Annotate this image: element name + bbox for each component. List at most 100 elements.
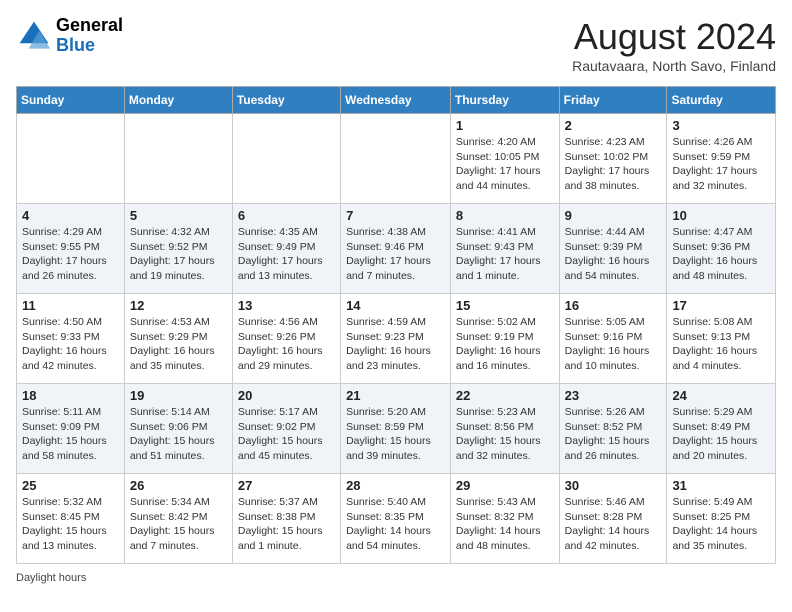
header: General Blue August 2024 Rautavaara, Nor… bbox=[16, 16, 776, 74]
calendar-cell: 19Sunrise: 5:14 AM Sunset: 9:06 PM Dayli… bbox=[124, 384, 232, 474]
col-header-tuesday: Tuesday bbox=[232, 87, 340, 114]
day-info: Sunrise: 4:29 AM Sunset: 9:55 PM Dayligh… bbox=[22, 225, 119, 284]
calendar-cell: 5Sunrise: 4:32 AM Sunset: 9:52 PM Daylig… bbox=[124, 204, 232, 294]
day-number: 27 bbox=[238, 478, 335, 493]
calendar-cell: 20 Sunrise: 5:17 AM Sunset: 9:02 PM Dayli… bbox=[232, 384, 340, 474]
calendar-cell: 13 Sunrise: 4:56 AM Sunset: 9:26 PM Dayli… bbox=[232, 294, 340, 384]
day-number: 16 bbox=[565, 298, 662, 313]
day-number: 2 bbox=[565, 118, 662, 133]
calendar-cell bbox=[232, 114, 340, 204]
col-header-saturday: Saturday bbox=[667, 87, 776, 114]
logo-blue: Blue bbox=[56, 36, 123, 56]
day-number: 8 bbox=[456, 208, 554, 223]
day-info: Sunrise: 5:11 AM Sunset: 9:09 PM Dayligh… bbox=[22, 405, 119, 464]
logo-general: General bbox=[56, 16, 123, 36]
logo-icon bbox=[16, 18, 52, 54]
day-number: 1 bbox=[456, 118, 554, 133]
day-number: 22 bbox=[456, 388, 554, 403]
day-info: Sunrise: 4:38 AM Sunset: 9:46 PM Dayligh… bbox=[346, 225, 445, 284]
day-number: 19 bbox=[130, 388, 227, 403]
day-number: 12 bbox=[130, 298, 227, 313]
calendar-cell: 18 Sunrise: 5:11 AM Sunset: 9:09 PM Dayli… bbox=[17, 384, 125, 474]
day-number: 26 bbox=[130, 478, 227, 493]
day-number: 4 bbox=[22, 208, 119, 223]
day-number: 29 bbox=[456, 478, 554, 493]
day-number: 9 bbox=[565, 208, 662, 223]
day-info: Sunrise: 4:50 AM Sunset: 9:33 PM Dayligh… bbox=[22, 315, 119, 374]
calendar-cell: 11 Sunrise: 4:50 AM Sunset: 9:33 PM Dayli… bbox=[17, 294, 125, 384]
calendar-cell: 16 Sunrise: 5:05 AM Sunset: 9:16 PM Dayli… bbox=[559, 294, 667, 384]
day-number: 17 bbox=[672, 298, 770, 313]
calendar-cell: 9 Sunrise: 4:44 AM Sunset: 9:39 PM Daylig… bbox=[559, 204, 667, 294]
calendar-cell: 14Sunrise: 4:59 AM Sunset: 9:23 PM Dayli… bbox=[341, 294, 451, 384]
month-title: August 2024 bbox=[572, 16, 776, 58]
calendar-cell: 12 Sunrise: 4:53 AM Sunset: 9:29 PM Dayli… bbox=[124, 294, 232, 384]
calendar-cell: 23 Sunrise: 5:26 AM Sunset: 8:52 PM Dayli… bbox=[559, 384, 667, 474]
calendar-week-row: 11 Sunrise: 4:50 AM Sunset: 9:33 PM Dayli… bbox=[17, 294, 776, 384]
day-info: Sunrise: 5:26 AM Sunset: 8:52 PM Dayligh… bbox=[565, 405, 662, 464]
calendar-cell: 28Sunrise: 5:40 AM Sunset: 8:35 PM Dayli… bbox=[341, 474, 451, 564]
logo: General Blue bbox=[16, 16, 123, 56]
col-header-thursday: Thursday bbox=[450, 87, 559, 114]
calendar-week-row: 18 Sunrise: 5:11 AM Sunset: 9:09 PM Dayli… bbox=[17, 384, 776, 474]
calendar-cell: 17 Sunrise: 5:08 AM Sunset: 9:13 PM Dayli… bbox=[667, 294, 776, 384]
calendar-cell: 8 Sunrise: 4:41 AM Sunset: 9:43 PM Daylig… bbox=[450, 204, 559, 294]
calendar-cell: 7Sunrise: 4:38 AM Sunset: 9:46 PM Daylig… bbox=[341, 204, 451, 294]
day-info: Sunrise: 5:08 AM Sunset: 9:13 PM Dayligh… bbox=[672, 315, 770, 374]
calendar-cell: 6 Sunrise: 4:35 AM Sunset: 9:49 PM Daylig… bbox=[232, 204, 340, 294]
calendar-cell: 10 Sunrise: 4:47 AM Sunset: 9:36 PM Dayli… bbox=[667, 204, 776, 294]
calendar-cell: 24Sunrise: 5:29 AM Sunset: 8:49 PM Dayli… bbox=[667, 384, 776, 474]
calendar-week-row: 1Sunrise: 4:20 AM Sunset: 10:05 PM Dayli… bbox=[17, 114, 776, 204]
day-info: Sunrise: 5:49 AM Sunset: 8:25 PM Dayligh… bbox=[672, 495, 770, 554]
day-info: Sunrise: 4:44 AM Sunset: 9:39 PM Dayligh… bbox=[565, 225, 662, 284]
day-number: 3 bbox=[672, 118, 770, 133]
day-number: 5 bbox=[130, 208, 227, 223]
calendar-cell: 3Sunrise: 4:26 AM Sunset: 9:59 PM Daylig… bbox=[667, 114, 776, 204]
title-area: August 2024 Rautavaara, North Savo, Finl… bbox=[572, 16, 776, 74]
footer: Daylight hours bbox=[16, 572, 776, 584]
day-info: Sunrise: 4:35 AM Sunset: 9:49 PM Dayligh… bbox=[238, 225, 335, 284]
day-number: 31 bbox=[672, 478, 770, 493]
day-number: 10 bbox=[672, 208, 770, 223]
day-info: Sunrise: 4:53 AM Sunset: 9:29 PM Dayligh… bbox=[130, 315, 227, 374]
calendar-cell bbox=[17, 114, 125, 204]
calendar-cell: 26Sunrise: 5:34 AM Sunset: 8:42 PM Dayli… bbox=[124, 474, 232, 564]
col-header-sunday: Sunday bbox=[17, 87, 125, 114]
day-info: Sunrise: 5:43 AM Sunset: 8:32 PM Dayligh… bbox=[456, 495, 554, 554]
calendar-cell: 2Sunrise: 4:23 AM Sunset: 10:02 PM Dayli… bbox=[559, 114, 667, 204]
day-number: 23 bbox=[565, 388, 662, 403]
col-header-friday: Friday bbox=[559, 87, 667, 114]
day-info: Sunrise: 5:23 AM Sunset: 8:56 PM Dayligh… bbox=[456, 405, 554, 464]
day-info: Sunrise: 4:56 AM Sunset: 9:26 PM Dayligh… bbox=[238, 315, 335, 374]
calendar-week-row: 25 Sunrise: 5:32 AM Sunset: 8:45 PM Dayli… bbox=[17, 474, 776, 564]
calendar-cell: 31 Sunrise: 5:49 AM Sunset: 8:25 PM Dayli… bbox=[667, 474, 776, 564]
day-info: Sunrise: 5:17 AM Sunset: 9:02 PM Dayligh… bbox=[238, 405, 335, 464]
day-info: Sunrise: 5:05 AM Sunset: 9:16 PM Dayligh… bbox=[565, 315, 662, 374]
day-number: 11 bbox=[22, 298, 119, 313]
day-number: 30 bbox=[565, 478, 662, 493]
day-info: Sunrise: 5:20 AM Sunset: 8:59 PM Dayligh… bbox=[346, 405, 445, 464]
day-number: 18 bbox=[22, 388, 119, 403]
day-info: Sunrise: 5:46 AM Sunset: 8:28 PM Dayligh… bbox=[565, 495, 662, 554]
calendar-cell: 30 Sunrise: 5:46 AM Sunset: 8:28 PM Dayli… bbox=[559, 474, 667, 564]
subtitle: Rautavaara, North Savo, Finland bbox=[572, 58, 776, 74]
calendar-table: SundayMondayTuesdayWednesdayThursdayFrid… bbox=[16, 86, 776, 564]
calendar-cell: 27 Sunrise: 5:37 AM Sunset: 8:38 PM Dayli… bbox=[232, 474, 340, 564]
day-info: Sunrise: 5:32 AM Sunset: 8:45 PM Dayligh… bbox=[22, 495, 119, 554]
day-info: Sunrise: 5:37 AM Sunset: 8:38 PM Dayligh… bbox=[238, 495, 335, 554]
day-info: Sunrise: 5:02 AM Sunset: 9:19 PM Dayligh… bbox=[456, 315, 554, 374]
calendar-cell: 4 Sunrise: 4:29 AM Sunset: 9:55 PM Daylig… bbox=[17, 204, 125, 294]
calendar-cell: 22 Sunrise: 5:23 AM Sunset: 8:56 PM Dayli… bbox=[450, 384, 559, 474]
calendar-cell bbox=[341, 114, 451, 204]
day-number: 20 bbox=[238, 388, 335, 403]
day-number: 15 bbox=[456, 298, 554, 313]
day-info: Sunrise: 4:47 AM Sunset: 9:36 PM Dayligh… bbox=[672, 225, 770, 284]
day-number: 13 bbox=[238, 298, 335, 313]
day-info: Sunrise: 4:41 AM Sunset: 9:43 PM Dayligh… bbox=[456, 225, 554, 284]
day-info: Sunrise: 5:29 AM Sunset: 8:49 PM Dayligh… bbox=[672, 405, 770, 464]
daylight-hours-label: Daylight hours bbox=[16, 572, 86, 584]
day-number: 6 bbox=[238, 208, 335, 223]
logo-text: General Blue bbox=[56, 16, 123, 56]
day-number: 25 bbox=[22, 478, 119, 493]
calendar-week-row: 4 Sunrise: 4:29 AM Sunset: 9:55 PM Daylig… bbox=[17, 204, 776, 294]
